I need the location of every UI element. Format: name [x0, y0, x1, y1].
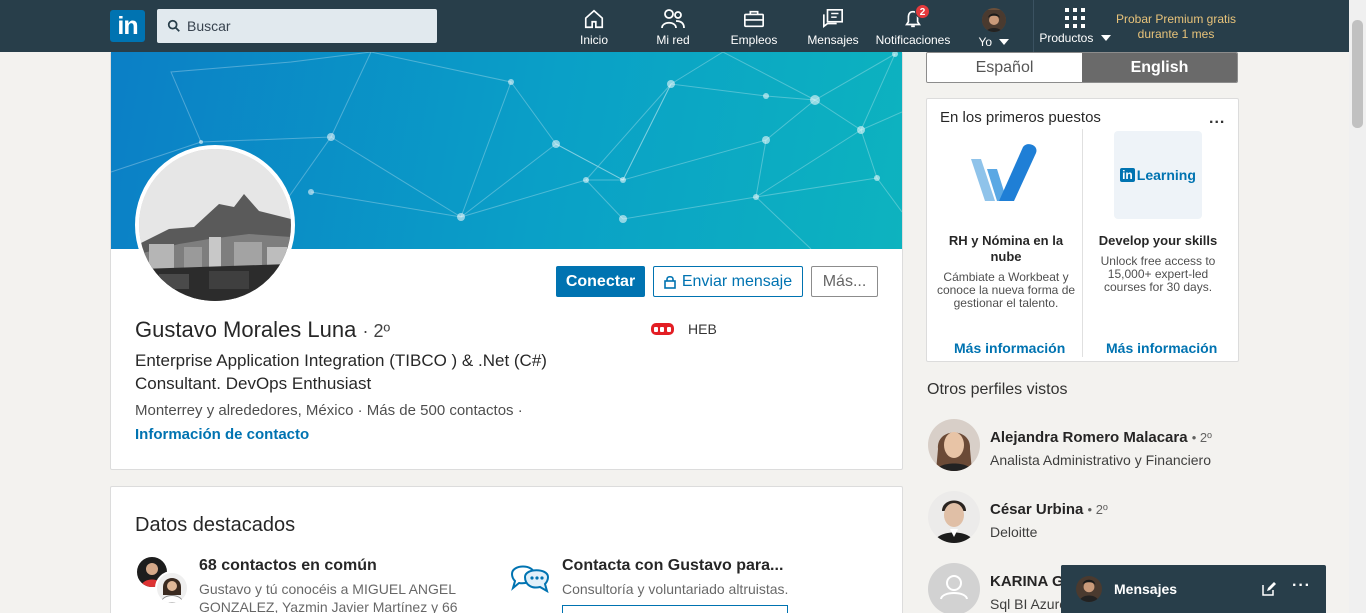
mutual-contacts-title[interactable]: 68 contactos en común — [199, 557, 377, 575]
avatar — [928, 419, 980, 471]
messaging-icon — [823, 9, 843, 28]
other-profile-1-job: Analista Administrativo y Financiero — [990, 452, 1211, 468]
ad-item-learning-desc: Unlock free access to 15,000+ expert-led… — [1100, 254, 1216, 294]
other-profile-3-name: KARINA G — [990, 573, 1064, 590]
lock-icon — [664, 275, 676, 289]
learning-logo: in Learning — [1114, 131, 1202, 219]
lang-spanish-button[interactable]: Español — [927, 53, 1082, 82]
other-profile-2-job: Deloitte — [990, 524, 1038, 540]
workbeat-logo — [971, 144, 1037, 201]
network-icon — [661, 9, 685, 29]
highlights-title: Datos destacados — [135, 514, 296, 536]
other-profile-2[interactable]: César Urbina • 2º Deloitte — [928, 491, 1108, 543]
nav-me-label: Yo — [978, 35, 993, 49]
nav-messaging[interactable]: Mensajes — [806, 6, 860, 50]
lang-english-button[interactable]: English — [1082, 53, 1237, 82]
profile-name-text: Gustavo Morales Luna — [135, 317, 357, 342]
profile-connections[interactable]: Más de 500 contactos — [367, 402, 514, 419]
chat-bubbles-icon — [510, 565, 550, 594]
contact-info-link[interactable]: Información de contacto — [135, 426, 309, 443]
home-icon — [584, 9, 604, 29]
send-message-label: Enviar mensaje — [681, 272, 793, 290]
messaging-avatar — [1076, 576, 1102, 602]
ad-learning-more-link[interactable]: Más información — [1106, 340, 1217, 356]
premium-trial-link[interactable]: Probar Premium gratis durante 1 mes — [1112, 12, 1240, 42]
messaging-label: Mensajes — [1114, 581, 1178, 597]
ad-item-workbeat[interactable]: RH y Nómina en la nube Cámbiate a Workbe… — [936, 233, 1076, 310]
contact-for-desc: Consultoría y voluntariado altruistas. — [562, 581, 789, 597]
nav-notifications-label: Notificaciones — [875, 33, 951, 47]
connection-degree: 2º — [373, 321, 391, 341]
search-input[interactable] — [187, 18, 427, 34]
chevron-down-icon — [1100, 35, 1111, 41]
nav-home-label: Inicio — [579, 33, 608, 47]
company-name: HEB — [688, 321, 717, 337]
ad-card-title: En los primeros puestos — [940, 109, 1101, 126]
contact-for-title[interactable]: Contacta con Gustavo para... — [562, 557, 783, 575]
current-company[interactable]: HEB — [651, 321, 717, 337]
connect-button[interactable]: Conectar — [556, 266, 645, 297]
ad-menu-button[interactable]: ... — [1209, 110, 1225, 128]
others-viewed-title: Otros perfiles vistos — [927, 381, 1068, 398]
ad-item-workbeat-title: RH y Nómina en la nube — [948, 233, 1064, 264]
messaging-menu-button[interactable]: ··· — [1292, 577, 1311, 595]
nav-jobs[interactable]: Empleos — [728, 6, 780, 50]
more-actions-button[interactable]: Más... — [811, 266, 878, 297]
scrollbar[interactable] — [1349, 0, 1366, 613]
scrollbar-thumb[interactable] — [1352, 20, 1363, 128]
nav-jobs-label: Empleos — [730, 33, 778, 47]
profile-name: Gustavo Morales Luna · 2º — [135, 317, 391, 342]
nav-products-label: Productos — [1039, 31, 1094, 45]
chevron-down-icon — [999, 39, 1010, 45]
avatar — [928, 491, 980, 543]
other-profile-2-degree: • 2º — [1087, 502, 1108, 517]
online-status-dot — [1061, 565, 1072, 576]
nav-messaging-label: Mensajes — [807, 33, 859, 47]
briefcase-icon — [744, 10, 764, 28]
nav-products[interactable]: Productos — [1037, 6, 1113, 50]
global-nav: in Inicio Mi red Empleos Mensajes 2 Noti… — [0, 0, 1366, 52]
ad-item-learning-title: Develop your skills — [1098, 233, 1218, 248]
mutual-contacts-avatars — [135, 555, 191, 605]
ad-divider — [1082, 129, 1083, 357]
learning-logo-in: in — [1120, 168, 1135, 182]
nav-home[interactable]: Inicio — [573, 6, 615, 50]
search-bar[interactable] — [157, 9, 437, 43]
learning-logo-text: Learning — [1136, 167, 1196, 183]
grid-icon — [1065, 8, 1085, 28]
ad-item-workbeat-desc: Cámbiate a Workbeat y conoce la nueva fo… — [936, 270, 1076, 310]
nav-me[interactable]: Yo — [976, 6, 1012, 50]
linkedin-logo[interactable]: in — [110, 10, 145, 42]
nav-divider — [1033, 0, 1034, 52]
mutual-contacts-desc: Gustavo y tú conocéis a MIGUEL ANGEL GON… — [199, 581, 458, 613]
profile-headline: Enterprise Application Integration (TIBC… — [135, 351, 547, 393]
messaging-overlay[interactable]: Mensajes ··· — [1061, 565, 1326, 613]
avatar — [928, 563, 980, 613]
heb-logo — [651, 323, 674, 335]
profile-location: Monterrey y alrededores, México — [135, 402, 354, 419]
profile-photo[interactable] — [135, 145, 295, 305]
language-toggle: Español English — [926, 52, 1238, 83]
profile-location-line: Monterrey y alrededores, México · Más de… — [135, 402, 523, 419]
ad-workbeat-more-link[interactable]: Más información — [954, 340, 1065, 356]
other-profile-1-degree: • 2º — [1191, 430, 1212, 445]
other-profile-1[interactable]: Alejandra Romero Malacara • 2º Analista … — [928, 419, 1212, 471]
send-message-button[interactable]: Enviar mensaje — [653, 266, 803, 297]
other-profile-3-job: Sql BI Azure — [990, 596, 1068, 612]
compose-icon[interactable] — [1262, 582, 1276, 596]
nav-network[interactable]: Mi red — [651, 6, 695, 50]
notification-badge: 2 — [915, 4, 930, 19]
other-profile-3[interactable]: KARINA G Sql BI Azure — [928, 563, 1067, 613]
ad-item-learning[interactable]: Develop your skills Unlock free access t… — [1090, 233, 1226, 294]
contact-for-button[interactable] — [562, 605, 788, 613]
nav-notifications[interactable]: 2 Notificaciones — [874, 4, 952, 50]
other-profile-1-name: Alejandra Romero Malacara — [990, 429, 1188, 446]
search-icon — [167, 19, 180, 32]
me-avatar — [982, 8, 1006, 32]
other-profile-2-name: César Urbina — [990, 501, 1084, 518]
nav-network-label: Mi red — [656, 33, 690, 47]
